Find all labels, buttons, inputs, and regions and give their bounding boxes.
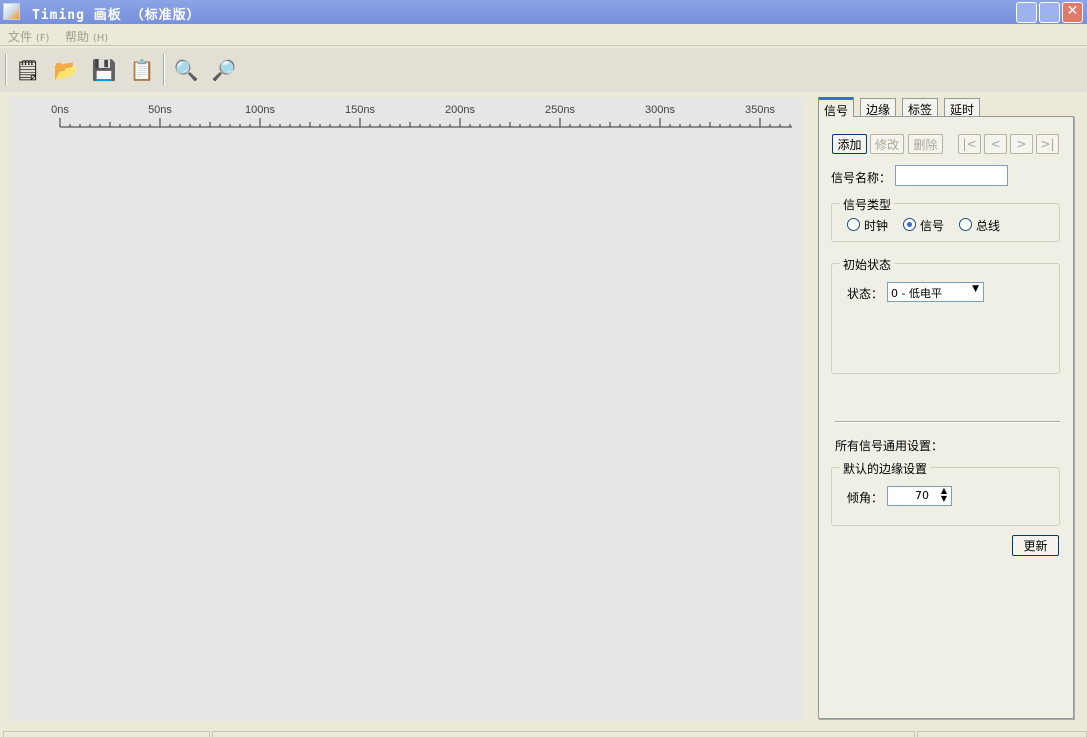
tab-label[interactable]: 标签 xyxy=(902,98,939,117)
ruler-label: 200ns xyxy=(445,104,475,116)
ruler-label: 150ns xyxy=(345,104,375,116)
delete-button[interactable]: 删除 xyxy=(908,134,943,154)
time-ruler: 0ns 50ns 100ns 150ns 200ns 250ns 300ns 350ns xyxy=(51,104,792,128)
edge-settings-group: 默认的边缘设置 倾角： 70 ▲ ▼ xyxy=(831,460,1060,526)
new-icon[interactable]: 🗒 xyxy=(14,56,42,84)
ruler-label: 100ns xyxy=(245,104,275,116)
zoom-out-icon[interactable]: 🔎 xyxy=(210,56,238,84)
maximize-button[interactable] xyxy=(1039,2,1060,23)
tab-delay[interactable]: 延时 xyxy=(944,98,981,117)
slope-label: 倾角： xyxy=(847,491,884,505)
ruler-label: 250ns xyxy=(545,104,575,116)
tab-edge[interactable]: 边缘 xyxy=(860,98,897,117)
window-title: Timing 画板 （标准版） xyxy=(32,8,201,23)
signal-name-input[interactable] xyxy=(895,165,1008,186)
menu-help[interactable]: 帮助 (H) xyxy=(65,28,108,45)
update-button[interactable]: 更新 xyxy=(1012,535,1059,556)
slope-value: 70 xyxy=(915,489,929,502)
state-label: 状态： xyxy=(847,287,884,301)
slope-spinner[interactable]: 70 ▲ ▼ xyxy=(887,486,952,506)
ruler-label: 0ns xyxy=(51,104,69,116)
common-settings-label: 所有信号通用设置： xyxy=(835,439,944,453)
close-button[interactable]: ✕ xyxy=(1062,2,1083,23)
signal-type-title: 信号类型 xyxy=(840,196,895,213)
open-icon[interactable]: 📂 xyxy=(52,56,80,84)
tab-signal[interactable]: 信号 xyxy=(818,97,855,118)
ruler-label: 50ns xyxy=(148,104,172,116)
first-button[interactable]: |< xyxy=(958,134,981,154)
signal-panel: 添加 修改 删除 |< < > >| 信号名称： 信号类型 时钟 信号 总线 初… xyxy=(818,116,1074,719)
spinner-arrows-icon[interactable]: ▲ ▼ xyxy=(941,487,947,503)
last-button[interactable]: >| xyxy=(1036,134,1059,154)
state-select[interactable]: 0 - 低电平 ▼ xyxy=(887,282,984,302)
next-button[interactable]: > xyxy=(1010,134,1033,154)
app-icon xyxy=(3,3,20,20)
radio-bus-label: 总线 xyxy=(976,219,1001,233)
save-icon[interactable]: 💾 xyxy=(90,56,118,84)
radio-bus[interactable] xyxy=(959,218,972,231)
radio-clock-label: 时钟 xyxy=(864,219,889,233)
radio-clock[interactable] xyxy=(847,218,860,231)
save-as-icon[interactable]: 📋 xyxy=(128,56,156,84)
timing-canvas[interactable]: 0ns 50ns 100ns 150ns 200ns 250ns 300ns 350ns xyxy=(10,97,804,721)
add-button[interactable]: 添加 xyxy=(832,134,867,154)
prev-button[interactable]: < xyxy=(984,134,1007,154)
minimize-button[interactable] xyxy=(1016,2,1037,23)
status-bar-pane xyxy=(917,731,1087,737)
radio-signal-label: 信号 xyxy=(920,219,945,233)
divider xyxy=(835,421,1060,423)
chevron-down-icon: ▼ xyxy=(972,284,979,294)
modify-button[interactable]: 修改 xyxy=(870,134,904,154)
radio-signal[interactable] xyxy=(903,218,916,231)
ruler-label: 300ns xyxy=(645,104,675,116)
initial-state-title: 初始状态 xyxy=(840,256,895,273)
state-value: 0 - 低电平 xyxy=(891,287,942,300)
initial-state-group: 初始状态 状态： 0 - 低电平 ▼ xyxy=(831,256,1060,374)
menu-bar: 文件 (F) 帮助 (H) xyxy=(0,24,1087,46)
signal-type-group: 信号类型 时钟 信号 总线 xyxy=(831,196,1060,242)
status-bar-pane xyxy=(212,731,915,737)
status-bar-pane xyxy=(3,731,210,737)
edge-settings-title: 默认的边缘设置 xyxy=(840,460,931,477)
ruler-label: 350ns xyxy=(745,104,775,116)
zoom-in-icon[interactable]: 🔍 xyxy=(172,56,200,84)
separator xyxy=(5,54,7,86)
title-bar: Timing 画板 （标准版） ✕ xyxy=(0,0,1087,24)
toolbar: 🗒 📂 💾 📋 🔍 🔎 xyxy=(0,48,1087,92)
signal-name-label: 信号名称： xyxy=(831,171,892,185)
menu-file[interactable]: 文件 (F) xyxy=(8,28,49,45)
separator xyxy=(163,54,165,86)
